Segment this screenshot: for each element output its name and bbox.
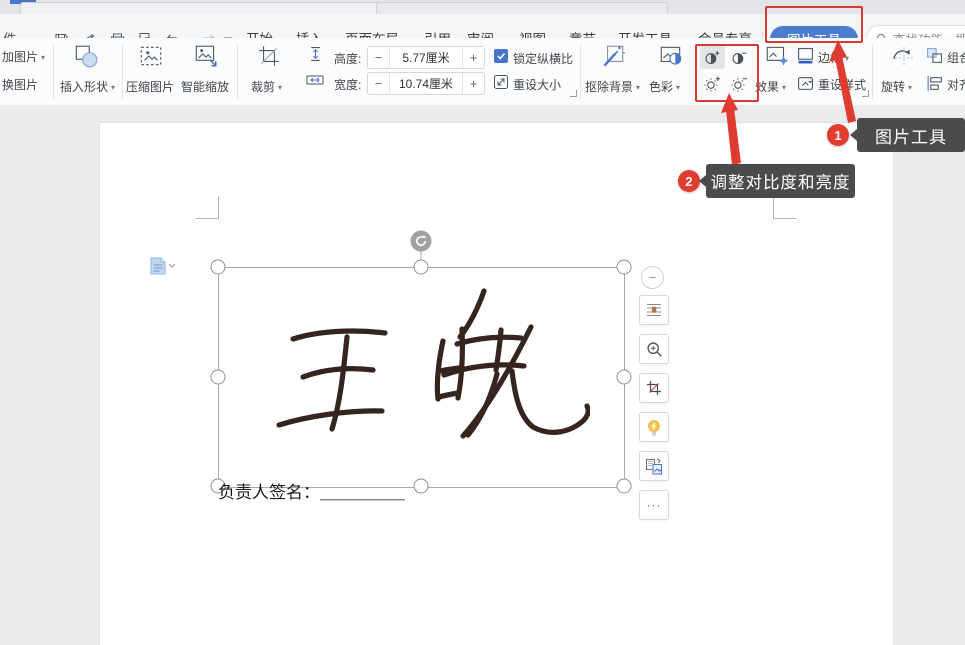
signature-label: 负责人签名： — [218, 483, 320, 502]
layout-options-button[interactable] — [149, 256, 175, 281]
step-2-tooltip-label: 调整对比度和亮度 — [711, 169, 851, 193]
annotation-box-adjust-buttons — [695, 44, 759, 102]
color-button[interactable]: 色彩 — [649, 78, 680, 95]
align-icon — [926, 75, 943, 97]
width-label: 宽度: — [334, 76, 361, 93]
smart-scale-icon — [193, 43, 219, 69]
step-1-tooltip: 图片工具 — [857, 118, 965, 152]
zoom-button[interactable] — [639, 334, 669, 364]
reset-size-icon — [493, 74, 509, 95]
height-stepper[interactable]: − 5.77厘米 + — [367, 46, 485, 69]
step-1-tooltip-label: 图片工具 — [875, 123, 947, 148]
insert-shape-icon — [73, 43, 99, 69]
margin-mark — [773, 196, 796, 219]
crop-icon — [256, 43, 282, 69]
resize-handle-e[interactable] — [617, 370, 632, 385]
step-1-badge: 1 — [827, 124, 849, 146]
resize-handle-se[interactable] — [617, 479, 632, 494]
height-icon — [308, 46, 323, 67]
width-decrease-button[interactable]: − — [368, 73, 389, 94]
signature-underline: ＿＿＿＿＿ — [320, 483, 405, 502]
group-button[interactable]: 组合 — [947, 49, 965, 66]
width-icon — [306, 73, 324, 92]
step-2-tooltip: 调整对比度和亮度 — [706, 164, 855, 198]
lock-aspect-checkbox[interactable] — [494, 49, 508, 63]
align-button[interactable]: 对齐 — [947, 76, 965, 93]
crop-button-floating[interactable] — [639, 373, 669, 403]
resize-handle-s[interactable] — [414, 479, 429, 494]
resize-handle-w[interactable] — [211, 370, 226, 385]
step-2-badge: 2 — [678, 170, 700, 192]
rotate-handle[interactable] — [411, 231, 432, 252]
beautify-button[interactable] — [639, 412, 669, 442]
resize-handle-nw[interactable] — [211, 260, 226, 275]
resize-handle-ne[interactable] — [617, 260, 632, 275]
rotate-icon — [890, 44, 916, 70]
signature-caption: 负责人签名：＿＿＿＿＿ — [218, 478, 405, 503]
annotation-box-picture-tools — [765, 6, 863, 43]
crop-button[interactable]: 裁剪 — [251, 78, 282, 95]
height-increase-button[interactable]: + — [463, 47, 484, 68]
smart-scale-button[interactable]: 智能缩放 — [181, 78, 229, 95]
margin-mark — [196, 196, 219, 219]
more-options-button[interactable]: ··· — [639, 490, 669, 520]
insert-shape-button[interactable]: 插入形状 — [60, 78, 115, 95]
compress-picture-button[interactable]: 压缩图片 — [126, 78, 174, 95]
width-value[interactable]: 10.74厘米 — [389, 73, 463, 94]
replace-picture-button-floating[interactable] — [639, 451, 669, 481]
reset-size-button[interactable]: 重设大小 — [513, 76, 561, 93]
height-label: 高度: — [334, 50, 361, 67]
remove-background-icon — [600, 43, 626, 69]
group-expand-mark — [570, 90, 577, 97]
handwritten-signature — [230, 273, 590, 483]
tooltip-notch — [699, 175, 706, 187]
effects-button[interactable]: 效果 — [755, 78, 786, 95]
resize-handle-n[interactable] — [414, 260, 429, 275]
lock-aspect-label[interactable]: 锁定纵横比 — [513, 50, 573, 67]
replace-picture-button[interactable]: 换图片 — [2, 76, 38, 93]
rotate-button[interactable]: 旋转 — [881, 78, 912, 95]
color-icon — [658, 43, 684, 69]
tooltip-notch — [850, 129, 857, 141]
width-stepper[interactable]: − 10.74厘米 + — [367, 72, 485, 95]
reset-style-button[interactable]: 重设样式 — [818, 76, 866, 93]
reset-style-icon — [797, 75, 814, 97]
width-increase-button[interactable]: + — [463, 73, 484, 94]
collapse-toolbar-button[interactable]: − — [641, 266, 664, 289]
text-wrap-button[interactable] — [639, 295, 669, 325]
height-value[interactable]: 5.77厘米 — [389, 47, 463, 68]
add-picture-button[interactable]: 加图片 — [2, 48, 45, 65]
border-button[interactable]: 边框 — [818, 49, 849, 66]
group-expand-mark — [862, 90, 869, 97]
compress-picture-icon — [138, 43, 164, 69]
border-icon — [797, 47, 814, 69]
group-icon — [926, 47, 943, 69]
height-decrease-button[interactable]: − — [368, 47, 389, 68]
document-page[interactable]: − ··· 负责人签名：＿＿＿＿＿ — [100, 123, 893, 645]
remove-background-button[interactable]: 抠除背景 — [585, 78, 640, 95]
ribbon-picture-tools: 加图片 换图片 插入形状 压缩图片 智能缩放 裁剪 高度: − 5.77厘米 +… — [0, 38, 965, 106]
effects-icon — [764, 43, 790, 69]
